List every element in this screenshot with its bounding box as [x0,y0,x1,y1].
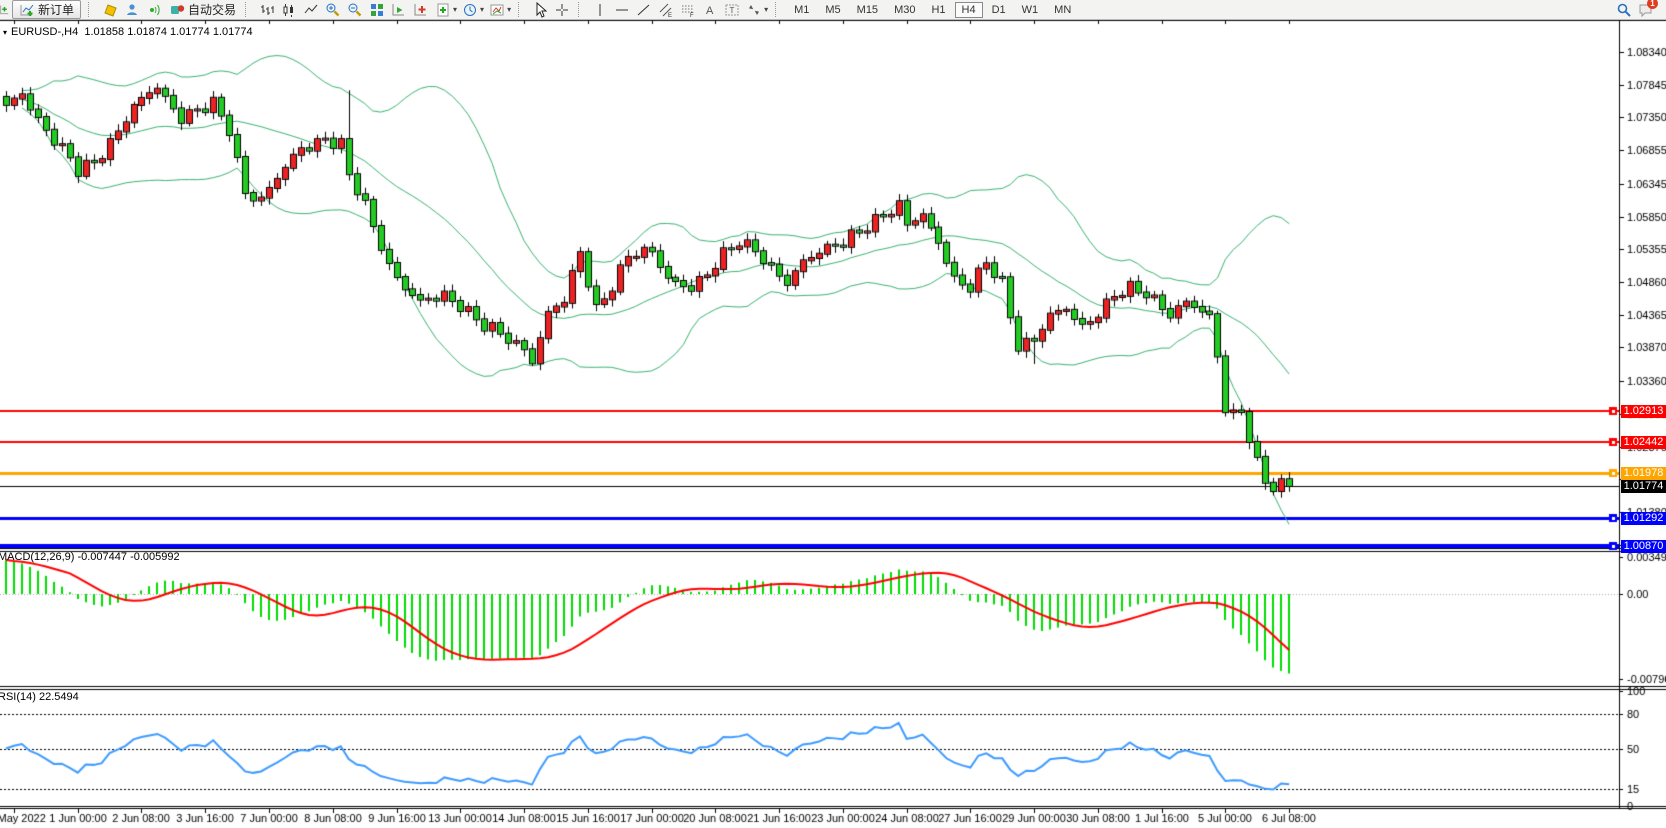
timeframe-mn[interactable]: MN [1047,2,1078,18]
timeframe-d1[interactable]: D1 [985,2,1013,18]
auto-trading-label: 自动交易 [188,1,236,18]
chart-type-group [256,0,322,19]
svg-text:E: E [668,13,672,18]
chart-shift-icon[interactable] [413,2,429,18]
bar-chart-icon[interactable] [259,2,275,18]
timeframe-w1[interactable]: W1 [1015,2,1046,18]
search-icon[interactable] [1616,2,1632,18]
separator [88,2,96,17]
notifications-chat-icon[interactable]: 1 [1638,2,1654,18]
timeframe-m30[interactable]: M30 [887,2,922,18]
separator [245,2,253,17]
add-indicator-icon[interactable] [435,2,451,18]
zoom-in-icon[interactable] [325,2,341,18]
candlestick-chart-icon[interactable] [281,2,297,18]
new-chart-icon[interactable] [0,2,9,18]
auto-trading-button[interactable]: 自动交易 [165,1,240,18]
trade-group: 新订单 [0,0,83,19]
templates-icon[interactable] [489,2,505,18]
auto-scroll-icon[interactable] [391,2,407,18]
level-label-blue-upper[interactable]: 1.01292 [1621,512,1666,525]
level-label-blue-lower[interactable]: 1.00870 [1621,540,1666,553]
toolbar-right: 1 [1613,2,1662,18]
zoom-group [322,0,388,19]
macd-indicator-label: MACD(12,26,9) -0.007447 -0.005992 [0,551,180,563]
timeframe-m15[interactable]: M15 [850,2,885,18]
svg-text:T: T [730,6,735,15]
equidistant-channel-icon[interactable]: E [658,2,674,18]
timeframe-h1[interactable]: H1 [924,2,952,18]
arrows-icon[interactable] [746,2,762,18]
rsi-indicator-label: RSI(14) 22.5494 [0,691,79,703]
line-chart-icon[interactable] [303,2,319,18]
chevron-down-icon[interactable]: ▾ [453,5,457,14]
market-icon[interactable] [102,2,118,18]
zoom-out-icon[interactable] [347,2,363,18]
timeframe-m1[interactable]: M1 [787,2,816,18]
terminal-window: 新订单 自动交易 [0,0,1666,828]
fibonacci-icon[interactable]: F [680,2,696,18]
chevron-down-icon[interactable]: ▾ [480,5,484,14]
chart-symbol-period: EURUSD-,H4 [11,26,78,38]
auto-trading-icon [169,2,185,18]
vertical-line-icon[interactable] [592,2,608,18]
tile-windows-icon[interactable] [369,2,385,18]
level-label-orange[interactable]: 1.01978 [1621,467,1666,480]
new-order-label: 新订单 [38,1,74,18]
text-icon[interactable]: A [702,2,718,18]
bid-price-label: 1.01774 [1621,480,1666,493]
signals-icon[interactable] [146,2,162,18]
profile-icon[interactable] [124,2,140,18]
scroll-group [388,0,432,19]
periods-clock-icon[interactable] [462,2,478,18]
timeframe-m5[interactable]: M5 [818,2,847,18]
horizontal-line-icon[interactable] [614,2,630,18]
services-group: 自动交易 [99,0,240,19]
separator [775,2,783,17]
objects-group: E F A T ▾ [589,0,770,19]
cursor-arrow-icon[interactable] [532,2,548,18]
separator [578,2,586,17]
chevron-down-icon[interactable]: ▾ [507,5,511,14]
trendline-icon[interactable] [636,2,652,18]
new-order-button[interactable]: 新订单 [12,0,81,19]
svg-text:A: A [706,5,714,17]
text-label-icon[interactable]: T [724,2,740,18]
new-order-icon [19,2,35,18]
svg-text:F: F [690,13,694,18]
level-label-red-upper[interactable]: 1.02913 [1621,405,1666,418]
indicator-group: ▾ ▾ ▾ [432,0,513,19]
chevron-down-icon[interactable]: ▾ [764,5,768,14]
cursor-group [529,0,573,19]
timeframe-h4[interactable]: H4 [955,2,983,18]
price-chart-canvas[interactable] [0,0,1666,828]
toolbar: 新订单 自动交易 [0,0,1666,20]
notification-badge: 1 [1647,0,1658,9]
crosshair-icon[interactable] [554,2,570,18]
chart-ohlc-info: ▾ EURUSD-,H4 1.01858 1.01874 1.01774 1.01… [3,26,253,38]
separator [518,2,526,17]
timeframe-group: M1 M5 M15 M30 H1 H4 D1 W1 MN [786,0,1079,19]
level-label-red-lower[interactable]: 1.02442 [1621,436,1666,449]
chart-ohlc-values: 1.01858 1.01874 1.01774 1.01774 [84,26,252,38]
one-click-expander-icon[interactable]: ▾ [3,28,7,37]
